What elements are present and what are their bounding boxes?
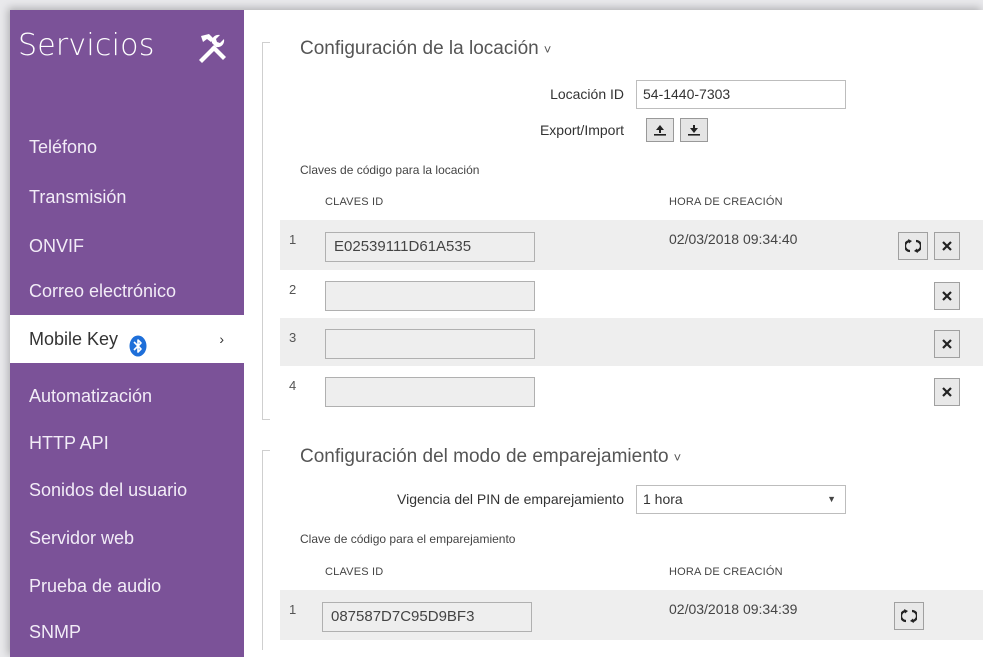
sidebar: Servicios Teléfono Transmisión ONVIF Cor… <box>10 10 244 657</box>
sidebar-title: Servicios <box>18 28 155 63</box>
row-number: 1 <box>289 602 297 617</box>
col-header-time: HORA DE CREACIÓN <box>669 196 783 208</box>
key-id-input[interactable]: 087587D7C95D9BF3 <box>322 602 532 632</box>
table-row: 3 <box>280 318 983 366</box>
delete-button[interactable] <box>934 378 960 406</box>
pin-validity-select[interactable]: 1 hora ▼ <box>636 485 846 514</box>
sidebar-item-servidor-web[interactable]: Servidor web <box>10 514 244 562</box>
sidebar-item-label: Prueba de audio <box>29 576 162 596</box>
sidebar-item-http-api[interactable]: HTTP API <box>10 419 244 467</box>
key-id-input[interactable]: E02539111D61A535 <box>325 232 535 262</box>
table-row: 4 <box>280 366 983 414</box>
row-time: 02/03/2018 09:34:40 <box>669 231 798 247</box>
key-id-input[interactable] <box>325 281 535 311</box>
sidebar-header: Servicios <box>10 10 244 120</box>
sidebar-item-mobile-key[interactable]: Mobile Key › <box>10 315 244 363</box>
chevron-down-icon: ˅ <box>673 450 682 465</box>
sidebar-item-label: Transmisión <box>29 187 127 207</box>
sidebar-item-snmp[interactable]: SNMP <box>10 608 244 656</box>
chevron-down-icon: ˅ <box>543 42 552 57</box>
row-number: 3 <box>289 330 297 345</box>
upload-icon <box>654 125 666 136</box>
chevron-right-icon: › <box>219 331 224 347</box>
sidebar-item-label: Mobile Key <box>29 329 119 349</box>
section-title-location[interactable]: Configuración de la locación ˅ <box>300 38 551 60</box>
section-title-text: Configuración del modo de emparejamiento <box>300 446 669 467</box>
sidebar-item-label: SNMP <box>29 622 82 642</box>
col-header-time: HORA DE CREACIÓN <box>669 566 783 578</box>
pairing-keys-label: Clave de código para el emparejamiento <box>300 532 516 546</box>
export-import-label: Export/Import <box>539 122 624 138</box>
location-id-label: Locación ID <box>550 86 624 102</box>
sidebar-item-label: Correo electrónico <box>29 281 177 301</box>
sidebar-item-prueba-audio[interactable]: Prueba de audio <box>10 562 244 610</box>
close-icon <box>942 339 952 349</box>
col-header-keys: CLAVES ID <box>325 196 384 208</box>
tools-icon <box>193 30 233 66</box>
section-bracket <box>262 450 270 650</box>
sidebar-item-automatizacion[interactable]: Automatización <box>10 372 244 420</box>
section-bracket <box>262 42 270 420</box>
row-number: 1 <box>289 232 297 247</box>
section-title-text: Configuración de la locación <box>300 38 539 59</box>
sidebar-item-transmision[interactable]: Transmisión <box>10 173 244 221</box>
pin-validity-label: Vigencia del PIN de emparejamiento <box>397 491 624 507</box>
col-header-keys: CLAVES ID <box>325 566 384 578</box>
key-id-input[interactable] <box>325 329 535 359</box>
location-id-input[interactable]: 54-1440-7303 <box>636 80 846 109</box>
close-icon <box>942 291 952 301</box>
row-number: 2 <box>289 282 297 297</box>
row-time: 02/03/2018 09:34:39 <box>669 601 798 617</box>
close-icon <box>942 241 952 251</box>
app-window: Servicios Teléfono Transmisión ONVIF Cor… <box>10 10 983 657</box>
regenerate-button[interactable] <box>894 602 924 630</box>
sidebar-item-label: Sonidos del usuario <box>29 480 188 500</box>
delete-button[interactable] <box>934 330 960 358</box>
export-button[interactable] <box>646 118 674 142</box>
sidebar-item-label: Servidor web <box>29 528 135 548</box>
section-title-pairing[interactable]: Configuración del modo de emparejamiento… <box>300 446 681 468</box>
refresh-icon <box>901 609 917 623</box>
sidebar-item-label: HTTP API <box>29 433 109 453</box>
import-button[interactable] <box>680 118 708 142</box>
table-row: 2 <box>280 270 983 318</box>
pin-validity-value: 1 hora <box>643 491 683 507</box>
sidebar-item-label: Automatización <box>29 386 153 406</box>
table-row: 1 E02539111D61A535 02/03/2018 09:34:40 <box>280 220 983 270</box>
sidebar-item-sonidos[interactable]: Sonidos del usuario <box>10 466 244 514</box>
sidebar-item-correo[interactable]: Correo electrónico <box>10 267 244 315</box>
sidebar-item-onvif[interactable]: ONVIF <box>10 222 244 270</box>
sidebar-item-telefono[interactable]: Teléfono <box>10 123 244 171</box>
delete-button[interactable] <box>934 282 960 310</box>
download-icon <box>688 125 700 136</box>
location-keys-label: Claves de código para la locación <box>300 163 480 177</box>
sidebar-item-label: ONVIF <box>29 236 85 256</box>
close-icon <box>942 387 952 397</box>
table-row: 1 087587D7C95D9BF3 02/03/2018 09:34:39 <box>280 590 983 640</box>
refresh-icon <box>905 239 921 253</box>
dropdown-arrow-icon: ▼ <box>827 494 836 504</box>
key-id-input[interactable] <box>325 377 535 407</box>
bluetooth-icon <box>129 327 147 357</box>
regenerate-button[interactable] <box>898 232 928 260</box>
delete-button[interactable] <box>934 232 960 260</box>
main-content: Configuración de la locación ˅ Locación I… <box>244 10 983 657</box>
row-number: 4 <box>289 378 297 393</box>
sidebar-item-label: Teléfono <box>29 137 98 157</box>
